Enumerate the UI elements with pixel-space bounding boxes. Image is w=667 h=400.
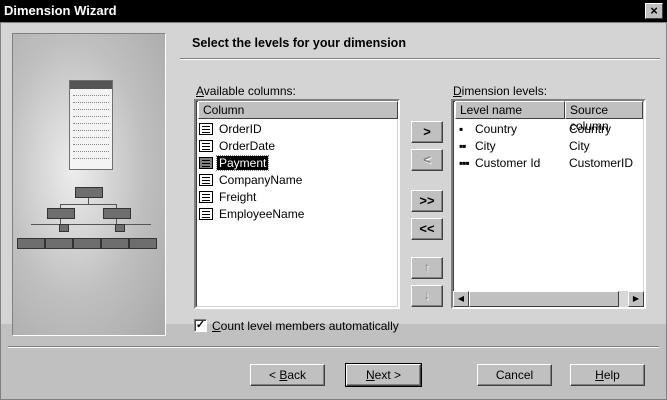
list-item-employeename[interactable]: EmployeeName [199,205,306,221]
wizard-illustration [12,33,166,336]
level-row-customer-id[interactable]: ▪▪▪ Customer Id CustomerID [457,155,633,171]
dimension-levels-list[interactable]: Level name Source column ▪ Country Count… [451,99,646,309]
source-column-header[interactable]: Source column [565,101,643,133]
remove-level-button[interactable]: < [411,149,443,171]
list-item-payment[interactable]: Payment [199,154,270,171]
horizontal-scrollbar[interactable]: ◀ ▶ [453,291,644,307]
list-item-orderdate[interactable]: OrderDate [199,137,277,153]
move-up-button[interactable]: ↑ [411,257,443,279]
available-columns-label: Available columns: [196,84,296,98]
page-title: Select the levels for your dimension [192,36,406,50]
add-all-button[interactable]: >> [411,190,443,212]
arrow-up-icon: ↑ [424,260,430,274]
table-column-icon [199,173,213,186]
next-button[interactable]: Next > [345,363,422,387]
table-column-icon [199,139,213,152]
list-item-freight[interactable]: Freight [199,188,258,204]
count-members-label[interactable]: Count level members automatically [212,319,399,333]
list-item-companyname[interactable]: CompanyName [199,171,304,187]
level-row-country[interactable]: ▪ Country Country [457,121,633,137]
level-2-icon: ▪▪ [459,139,466,153]
table-column-icon [199,207,213,220]
add-level-button[interactable]: > [411,121,443,143]
back-button[interactable]: < Back [250,364,325,386]
available-columns-list[interactable]: Column OrderID OrderDate Payment Company… [194,99,400,309]
scroll-left-icon[interactable]: ◀ [453,291,469,307]
remove-all-button[interactable]: << [411,218,443,240]
title-bar: Dimension Wizard × [0,0,667,22]
level-row-city[interactable]: ▪▪ City City [457,138,633,154]
scroll-right-icon[interactable]: ▶ [628,291,644,307]
scroll-thumb[interactable] [469,291,619,307]
level-name-header[interactable]: Level name [455,101,565,119]
help-button[interactable]: Help [570,364,645,386]
list-item-orderid[interactable]: OrderID [199,120,264,136]
header-divider [180,58,660,60]
table-column-icon [199,190,213,203]
table-column-icon [199,122,213,135]
arrow-down-icon: ↓ [424,288,430,302]
footer-divider [8,346,659,348]
window-title: Dimension Wizard [4,3,117,18]
dimension-levels-label: Dimension levels: [453,84,548,98]
column-header[interactable]: Column [198,101,398,119]
close-icon[interactable]: × [645,3,663,19]
cancel-button[interactable]: Cancel [477,364,552,386]
illustration-table-icon [69,80,113,170]
move-down-button[interactable]: ↓ [411,285,443,307]
level-1-icon: ▪ [459,122,463,136]
level-3-icon: ▪▪▪ [459,156,470,170]
table-column-icon [199,156,213,169]
count-members-checkbox[interactable]: ✓ [194,319,207,332]
